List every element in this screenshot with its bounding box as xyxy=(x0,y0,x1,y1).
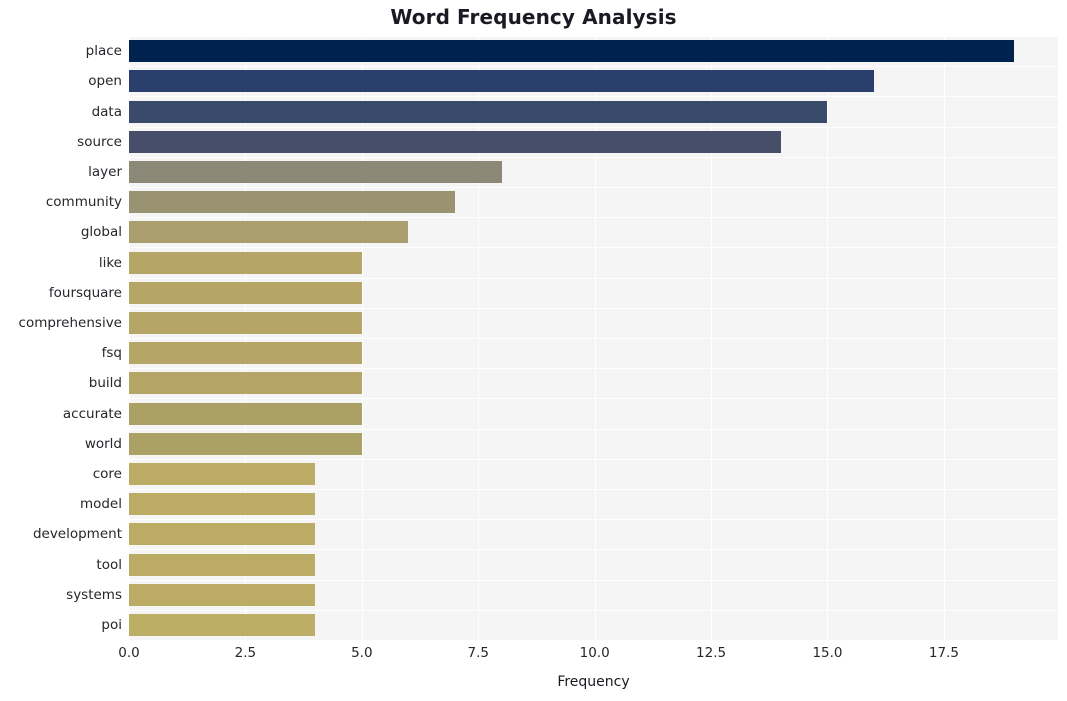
y-tick-label-place: place xyxy=(85,43,122,60)
gridline-horizontal xyxy=(129,580,1058,581)
gridline-horizontal xyxy=(129,278,1058,279)
bar-model xyxy=(129,493,316,516)
gridline-horizontal xyxy=(129,549,1058,550)
bar-tool xyxy=(129,553,316,576)
y-tick-label-fsq: fsq xyxy=(101,345,122,362)
y-tick-label-model: model xyxy=(79,496,122,513)
gridline-horizontal xyxy=(129,398,1058,399)
gridline-horizontal xyxy=(129,489,1058,490)
y-tick-label-world: world xyxy=(84,435,122,452)
gridline-vertical xyxy=(245,36,247,640)
y-axis-tick-labels: place open data source layer community global l… xyxy=(0,36,122,640)
bar-poi xyxy=(129,613,316,636)
x-axis-label: Frequency xyxy=(557,674,630,690)
gridline-horizontal xyxy=(129,459,1058,460)
gridline-horizontal xyxy=(129,127,1058,128)
y-tick-label-build: build xyxy=(88,375,122,392)
bar-like xyxy=(129,251,362,274)
y-tick-label-accurate: accurate xyxy=(62,405,122,422)
bar-place xyxy=(129,40,1014,63)
bar-accurate xyxy=(129,402,362,425)
gridline-horizontal xyxy=(129,217,1058,218)
gridline-horizontal xyxy=(129,610,1058,611)
y-tick-label-open: open xyxy=(88,73,122,90)
gridline-vertical xyxy=(711,36,713,640)
bar-development xyxy=(129,523,316,546)
gridline-horizontal xyxy=(129,519,1058,520)
y-tick-label-community: community xyxy=(45,194,122,211)
y-tick-label-global: global xyxy=(80,224,122,241)
gridline-horizontal xyxy=(129,187,1058,188)
bar-data xyxy=(129,100,828,123)
bar-layer xyxy=(129,160,502,183)
gridline-vertical xyxy=(594,36,596,640)
x-tick-label-10.0: 10.0 xyxy=(579,645,610,661)
bar-community xyxy=(129,191,455,214)
y-tick-label-foursquare: foursquare xyxy=(48,284,122,301)
gridline-horizontal xyxy=(129,157,1058,158)
bar-systems xyxy=(129,583,316,606)
y-tick-label-tool: tool xyxy=(96,556,122,573)
gridline-horizontal xyxy=(129,338,1058,339)
chart-figure: Word Frequency Analysis place open data sou… xyxy=(0,0,1067,701)
gridline-horizontal xyxy=(129,247,1058,248)
x-tick-label-7.5: 7.5 xyxy=(467,645,489,661)
bar-foursquare xyxy=(129,281,362,304)
y-tick-label-systems: systems xyxy=(66,586,122,603)
bar-open xyxy=(129,70,875,93)
gridline-vertical xyxy=(827,36,829,640)
y-tick-label-poi: poi xyxy=(101,616,122,633)
gridline-horizontal xyxy=(129,66,1058,67)
bar-fsq xyxy=(129,342,362,365)
x-axis-tick-labels: 0.0 2.5 5.0 7.5 10.0 12.5 15.0 17.5 xyxy=(118,645,1058,669)
gridline-vertical xyxy=(943,36,945,640)
y-tick-label-core: core xyxy=(92,465,122,482)
bar-core xyxy=(129,462,316,485)
y-tick-label-like: like xyxy=(98,254,122,271)
plot-area xyxy=(129,36,1058,640)
x-tick-label-2.5: 2.5 xyxy=(234,645,257,661)
gridline-horizontal xyxy=(129,36,1058,37)
x-tick-label-5.0: 5.0 xyxy=(351,645,373,661)
x-tick-label-12.5: 12.5 xyxy=(696,645,727,661)
bar-global xyxy=(129,221,409,244)
y-tick-label-layer: layer xyxy=(88,163,122,180)
gridline-vertical xyxy=(361,36,363,640)
x-tick-label-17.5: 17.5 xyxy=(928,645,959,661)
gridline-horizontal xyxy=(129,308,1058,309)
y-tick-label-development: development xyxy=(32,526,122,543)
gridline-vertical xyxy=(129,36,130,640)
x-tick-label-0.0: 0.0 xyxy=(118,645,140,661)
gridline-vertical xyxy=(478,36,480,640)
gridline-horizontal xyxy=(129,429,1058,430)
gridline-horizontal xyxy=(129,368,1058,369)
bar-comprehensive xyxy=(129,311,362,334)
bar-build xyxy=(129,372,362,395)
y-tick-label-comprehensive: comprehensive xyxy=(18,314,122,331)
bar-world xyxy=(129,432,362,455)
y-tick-label-data: data xyxy=(91,103,122,120)
gridline-horizontal xyxy=(129,96,1058,97)
x-tick-label-15.0: 15.0 xyxy=(812,645,843,661)
y-tick-label-source: source xyxy=(77,133,122,150)
page-title: Word Frequency Analysis xyxy=(390,5,677,29)
bar-source xyxy=(129,130,781,153)
